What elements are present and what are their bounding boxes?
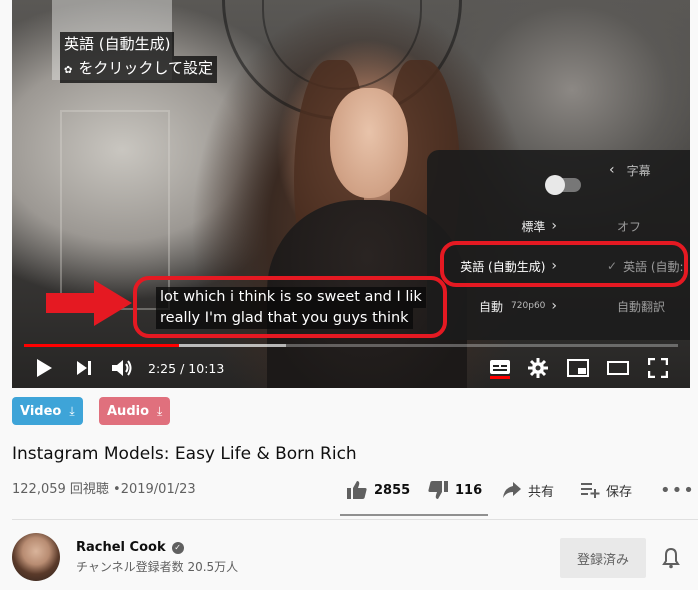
video-title: Instagram Models: Easy Life & Born Rich [12,444,357,464]
thumbs-down-icon [428,481,448,499]
caption-hint: 英語 (自動生成) ✿ をクリックして設定 [60,32,217,83]
like-ratio-bar [340,514,488,516]
settings-item-left: 自動 720p60 › [479,288,557,324]
chevron-right-icon: › [551,218,557,234]
subtitles-button[interactable] [486,352,514,384]
person-face [330,88,408,198]
settings-row-quality[interactable]: 標準 › オフ [427,208,690,244]
subscriber-count: チャンネル登録者数 20.5万人 [76,560,239,574]
caption-hint-line2-wrap: ✿ をクリックして設定 [60,56,217,83]
captions-option-label: オフ [617,219,642,234]
toggle-knob [545,175,565,195]
video-download-label: Video [20,403,62,419]
audio-download-button[interactable]: Audio ⤓ [99,397,171,425]
settings-item-left: 標準 › [521,208,557,244]
download-arrow-icon: ⤓ [157,403,163,418]
subscribe-button[interactable]: 登録済み [560,538,646,578]
share-button[interactable]: 共有 [502,474,554,506]
captions-option-auto-translate[interactable]: 自動翻訳 [617,288,665,324]
fullscreen-icon [648,358,668,378]
channel-avatar[interactable] [12,533,60,581]
annotations-toggle[interactable] [545,175,581,195]
like-count: 2855 [374,482,411,498]
play-icon [37,359,52,377]
channel-name-row[interactable]: Rachel Cook ✓ [76,540,184,555]
like-ratio-fill [340,514,483,516]
dislike-button[interactable]: 116 [427,474,482,506]
chevron-right-icon: › [551,298,557,314]
notification-bell-icon[interactable] [659,546,683,570]
meta-separator: • [113,482,121,497]
dislike-count: 116 [455,482,483,498]
time-separator: / [180,360,185,376]
next-button[interactable] [70,352,98,384]
settings-row-captions-header: ‹ 字幕 [427,152,690,195]
save-button[interactable]: 保存 [580,474,632,506]
theater-icon [607,361,629,375]
settings-button[interactable] [524,352,552,384]
subtitles-icon [490,360,510,379]
channel-name: Rachel Cook [76,540,166,555]
time-current: 2:25 [148,360,177,376]
download-arrow-icon: ⤓ [69,403,75,418]
video-download-button[interactable]: Video ⤓ [12,397,83,425]
play-button[interactable] [30,352,58,384]
captions-title: 字幕 [626,163,651,178]
section-divider [12,519,698,520]
annotation-box-subtitles [133,276,447,338]
settings-row-auto[interactable]: 自動 720p60 › 自動翻訳 [427,288,690,324]
chevron-left-icon: ‹ [609,162,615,178]
share-icon [503,482,521,498]
caption-hint-line2: をクリックして設定 [78,59,213,77]
fullscreen-button[interactable] [644,352,672,384]
captions-option-label: 自動翻訳 [617,299,666,314]
verified-check-icon: ✓ [171,541,184,554]
next-icon [77,361,91,375]
annotation-box-english-auto [440,241,688,287]
miniplayer-icon [567,359,589,377]
playlist-add-icon [581,483,600,498]
settings-gear-icon [528,358,548,378]
annotation-arrow-icon [46,280,132,326]
captions-back-button[interactable]: ‹ 字幕 [609,152,651,188]
settings-item-sublabel: 720p60 [511,301,546,311]
gear-icon: ✿ [64,65,73,76]
time-display: 2:25 / 10:13 [148,352,224,384]
audio-download-label: Audio [107,403,150,419]
settings-item-label: 自動 [479,299,504,314]
view-count: 122,059 回視聴 [12,482,109,497]
like-button[interactable]: 2855 [346,474,410,506]
captions-option-off[interactable]: オフ [617,208,641,244]
miniplayer-button[interactable] [564,352,592,384]
thumbs-up-icon [347,481,367,499]
settings-item-label: 標準 [521,219,546,234]
theater-button[interactable] [604,352,632,384]
video-meta: 122,059 回視聴 •2019/01/23 [12,478,196,497]
video-player[interactable]: 英語 (自動生成) ✿ をクリックして設定 ‹ 字幕 標準 › オフ 英語 (自動… [12,0,690,388]
volume-button[interactable] [108,352,136,384]
volume-icon [112,360,132,376]
time-duration: 10:13 [188,360,225,376]
save-label: 保存 [606,484,633,500]
more-actions-button[interactable]: ••• [660,474,695,506]
share-label: 共有 [528,484,555,500]
more-horizontal-icon: ••• [660,479,695,501]
caption-hint-line1: 英語 (自動生成) [60,32,175,56]
progress-played [24,344,179,347]
upload-date: 2019/01/23 [120,482,196,497]
progress-bar[interactable] [24,344,678,347]
